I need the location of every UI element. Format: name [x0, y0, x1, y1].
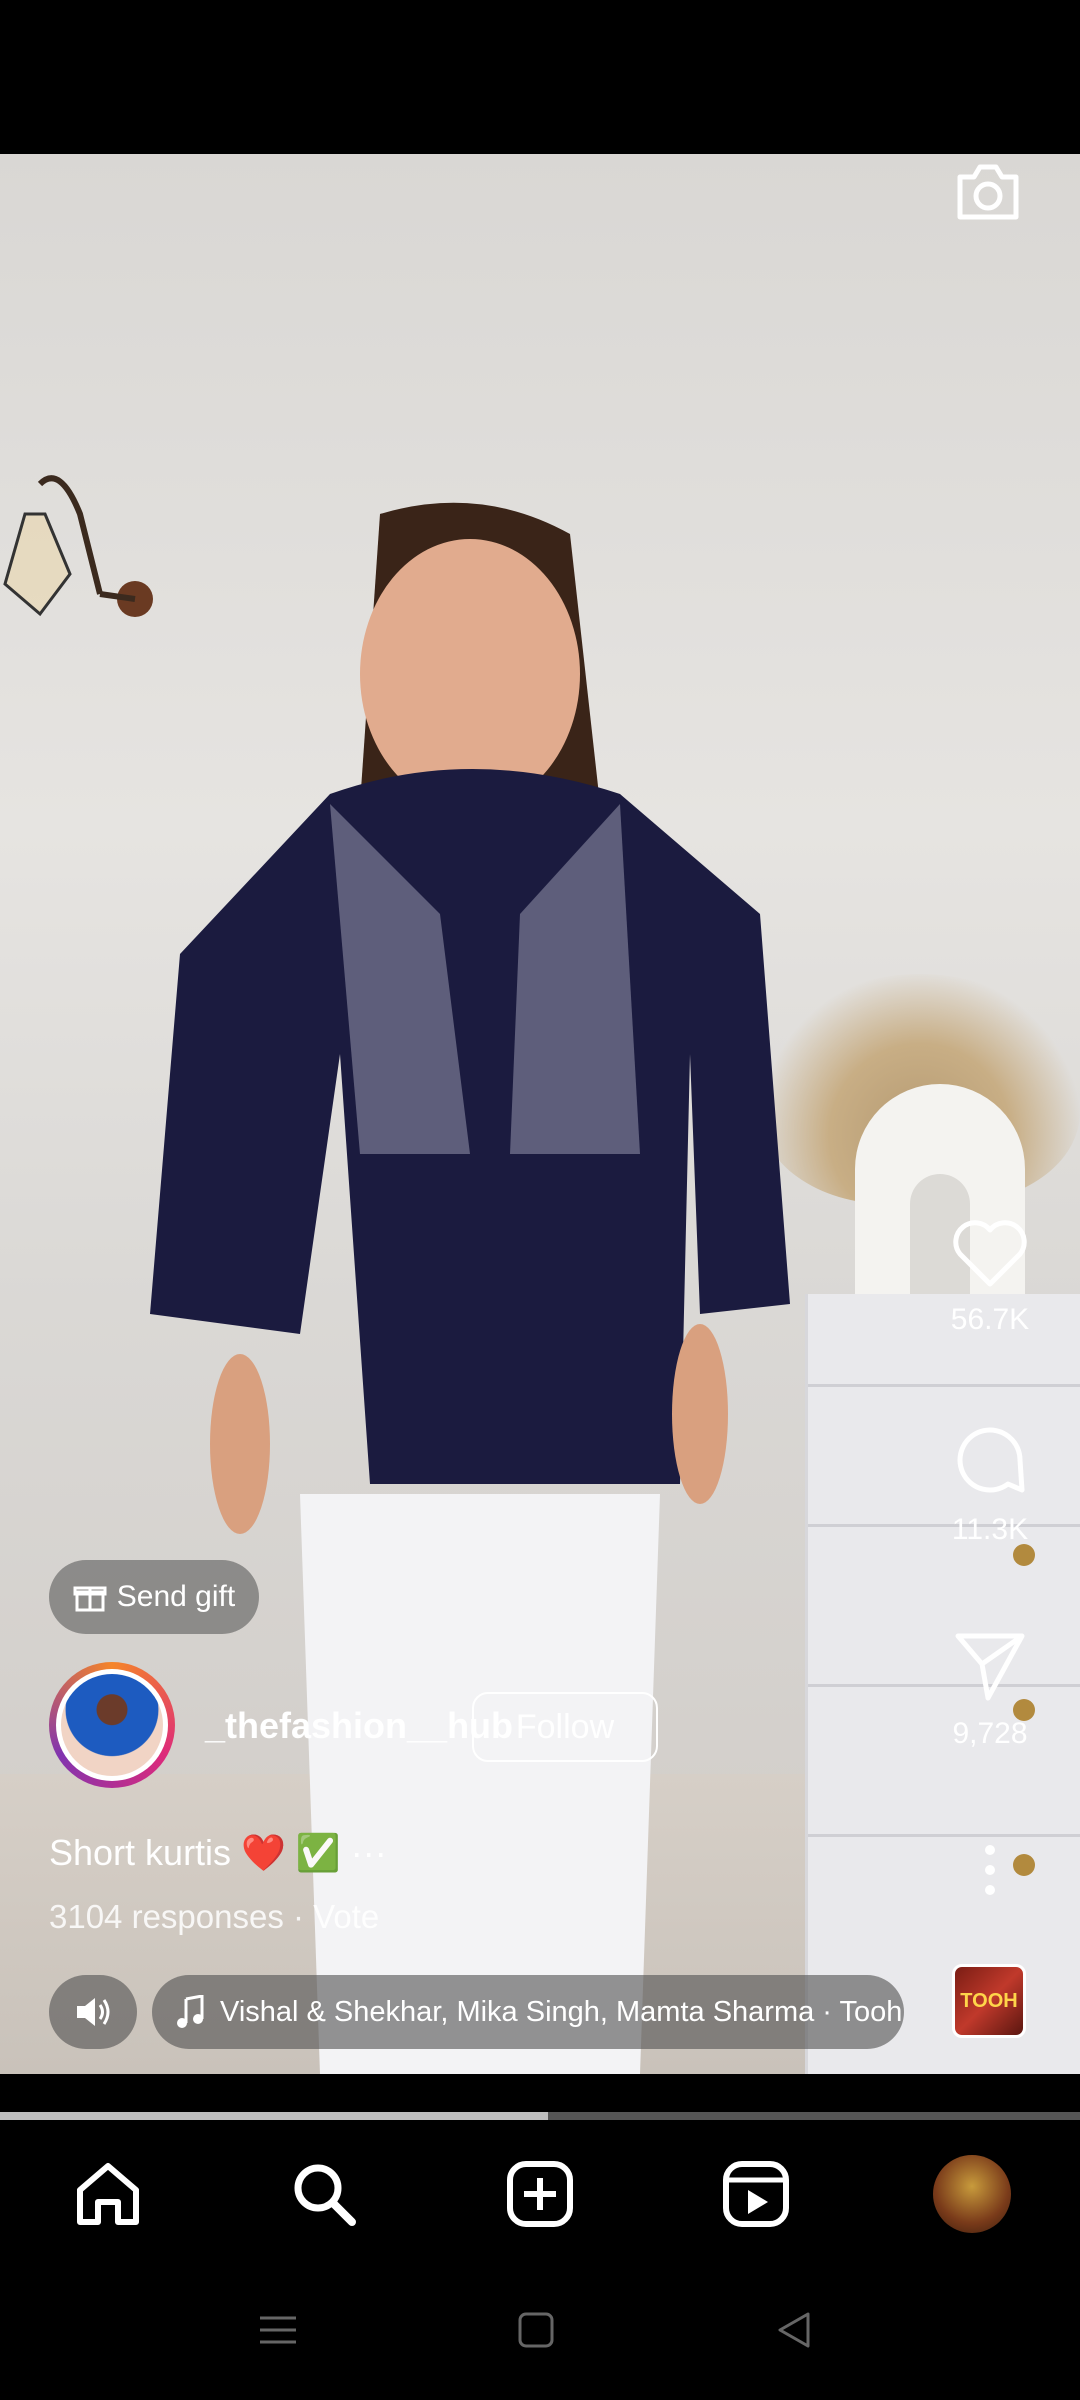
share-action[interactable]: 9,728: [940, 1628, 1040, 1751]
create-icon[interactable]: [498, 2152, 582, 2236]
home-square-icon[interactable]: [506, 2300, 566, 2360]
like-action[interactable]: 56.7K: [940, 1218, 1040, 1337]
music-info[interactable]: Vishal & Shekhar, Mika Singh, Mamta Shar…: [152, 1975, 904, 2049]
send-gift-label: Send gift: [116, 1580, 236, 1613]
model-figure: [150, 502, 790, 2074]
speaker-icon: [77, 1998, 110, 2026]
audio-album-art[interactable]: TOOH: [952, 1964, 1026, 2038]
caption-text: Short kurtis ❤️ ✅: [49, 1832, 341, 1873]
bottom-nav: [0, 2140, 1080, 2250]
back-icon[interactable]: [764, 2300, 824, 2360]
profile-avatar[interactable]: [930, 2152, 1014, 2236]
send-gift-button[interactable]: Send gift: [49, 1560, 259, 1634]
caption-more[interactable]: ···: [351, 1832, 387, 1874]
music-text: Vishal & Shekhar, Mika Singh, Mamta Shar…: [220, 1995, 903, 2028]
likes-count: 56.7K: [950, 1303, 1030, 1336]
reel-caption[interactable]: Short kurtis ❤️ ✅ ···: [49, 1832, 387, 1874]
music-note-icon: [177, 1995, 204, 2028]
comments-count: 11.3K: [951, 1513, 1029, 1546]
reel-video[interactable]: [0, 154, 1080, 2074]
shares-count: 9,728: [952, 1717, 1028, 1750]
search-icon[interactable]: [282, 2152, 366, 2236]
more-vertical-icon[interactable]: [980, 1842, 1000, 1898]
comment-icon[interactable]: [950, 1420, 1030, 1500]
sound-toggle-button[interactable]: [49, 1975, 137, 2049]
more-options[interactable]: [940, 1842, 1040, 1903]
camera-icon[interactable]: [952, 155, 1024, 227]
video-progress-bar[interactable]: [0, 2112, 1080, 2120]
author-username[interactable]: _thefashion__hub: [205, 1705, 513, 1747]
system-navigation: [0, 2280, 1080, 2380]
follow-button[interactable]: Follow: [472, 1692, 658, 1762]
gift-icon: [73, 1586, 107, 1612]
home-icon[interactable]: [66, 2152, 150, 2236]
menu-icon[interactable]: [248, 2300, 308, 2360]
comment-action[interactable]: 11.3K: [940, 1420, 1040, 1547]
heart-icon[interactable]: [950, 1218, 1030, 1290]
video-progress-fill: [0, 2112, 548, 2120]
reels-icon[interactable]: [714, 2152, 798, 2236]
author-avatar[interactable]: [49, 1662, 175, 1788]
share-icon[interactable]: [950, 1628, 1030, 1704]
responses-vote[interactable]: 3104 responses · Vote: [49, 1898, 379, 1936]
album-text: TOOH: [960, 1989, 1018, 2012]
